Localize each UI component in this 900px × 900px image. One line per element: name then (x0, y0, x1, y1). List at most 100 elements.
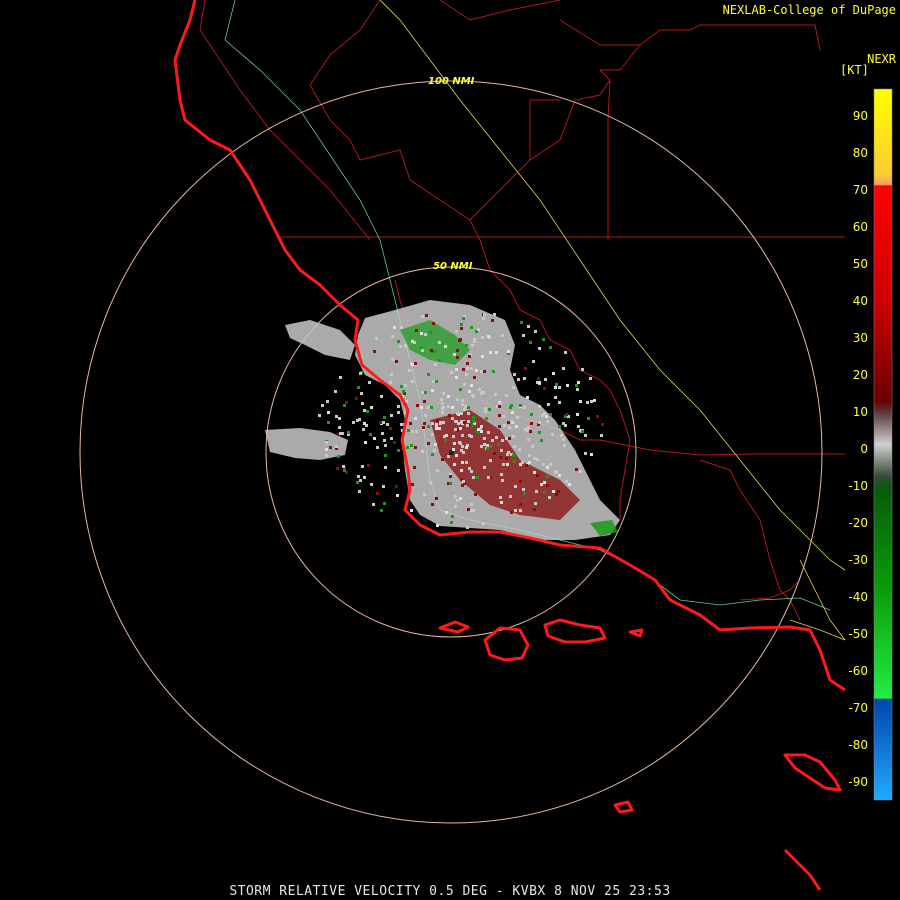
nexlab-credit: NEXLAB-College of DuPage (722, 3, 896, 17)
return-pixel (502, 415, 505, 418)
return-pixel (576, 413, 579, 416)
return-pixel (525, 464, 528, 467)
legend-tick-label: 90 (853, 109, 868, 123)
island-santa-barbara (613, 800, 634, 814)
return-pixel (407, 429, 410, 432)
product-caption: STORM RELATIVE VELOCITY 0.5 DEG - KVBX 8… (229, 884, 671, 899)
return-pixel (465, 373, 468, 376)
legend-tick-label: 10 (853, 405, 868, 419)
return-pixel (465, 344, 468, 347)
return-pixel (423, 493, 426, 496)
return-pixel (579, 400, 582, 403)
return-pixel (473, 338, 476, 341)
return-pixel (359, 479, 362, 482)
return-pixel (459, 338, 462, 341)
return-pixel (555, 383, 558, 386)
return-pixel (566, 384, 569, 387)
return-pixel (463, 383, 466, 386)
return-pixel (509, 406, 512, 409)
return-pixel (535, 490, 538, 493)
return-pixel (438, 359, 441, 362)
return-pixel (482, 317, 485, 320)
return-pixel (484, 410, 487, 413)
return-pixel (558, 386, 561, 389)
return-pixel (505, 437, 508, 440)
return-pixel (434, 443, 437, 446)
return-pixel (465, 446, 468, 449)
return-pixel (369, 433, 372, 436)
return-pixel (497, 443, 500, 446)
return-pixel (546, 484, 549, 487)
return-pixel (501, 479, 504, 482)
return-pixel (421, 315, 424, 318)
return-pixel (359, 372, 362, 375)
return-pixel (337, 455, 340, 458)
legend-tick-label: 70 (853, 183, 868, 197)
return-pixel (547, 403, 550, 406)
return-pixel (519, 480, 522, 483)
return-pixel (461, 403, 464, 406)
return-pixel (345, 401, 348, 404)
return-pixel (579, 470, 582, 473)
return-pixel (527, 325, 530, 328)
return-pixel (325, 448, 328, 451)
return-pixel (472, 476, 475, 479)
return-pixel (456, 398, 459, 401)
return-pixel (382, 485, 385, 488)
island-anacapa (628, 628, 644, 638)
return-pixel (470, 470, 473, 473)
ring-100-label: 100 NMI (428, 76, 475, 87)
return-pixel (413, 466, 416, 469)
return-pixel (505, 394, 508, 397)
return-pixel (536, 474, 539, 477)
return-pixel (454, 495, 457, 498)
return-pixel (483, 313, 486, 316)
return-pixel (472, 395, 475, 398)
return-pixel (488, 408, 491, 411)
return-pixel (444, 439, 447, 442)
return-pixel (527, 426, 530, 429)
legend-tick-label: 50 (853, 257, 868, 271)
return-pixel (463, 408, 466, 411)
return-pixel (336, 467, 339, 470)
return-pixel (484, 407, 487, 410)
return-pixel (523, 377, 526, 380)
return-pixel (480, 425, 483, 428)
return-pixel (383, 439, 386, 442)
return-pixel (493, 452, 496, 455)
return-pixel (329, 446, 332, 449)
return-pixel (527, 438, 530, 441)
product-code: NEXR (867, 52, 896, 66)
return-pixel (421, 391, 424, 394)
return-pixel (372, 503, 375, 506)
return-pixel (435, 427, 438, 430)
return-pixel (339, 376, 342, 379)
return-pixel (456, 349, 459, 352)
return-pixel (335, 445, 338, 448)
return-pixel (431, 389, 434, 392)
return-pixel (575, 468, 578, 471)
return-pixel (325, 441, 328, 444)
return-pixel (530, 413, 533, 416)
return-pixel (468, 434, 471, 437)
return-pixel (436, 469, 439, 472)
return-pixel (486, 447, 489, 450)
return-pixel (383, 502, 386, 505)
return-pixel (409, 422, 412, 425)
return-pixel (524, 367, 527, 370)
return-pixel (431, 503, 434, 506)
return-pixel (423, 400, 426, 403)
return-pixel (468, 390, 471, 393)
return-pixel (575, 384, 578, 387)
return-pixel (577, 425, 580, 428)
return-pixel (463, 421, 466, 424)
return-pixel (514, 509, 517, 512)
return-pixel (420, 346, 423, 349)
return-pixel (473, 376, 476, 379)
return-pixel (360, 392, 363, 395)
return-pixel (334, 390, 337, 393)
return-pixel (411, 380, 414, 383)
return-pixel (404, 344, 407, 347)
return-pixel (379, 421, 382, 424)
return-pixel (400, 326, 403, 329)
